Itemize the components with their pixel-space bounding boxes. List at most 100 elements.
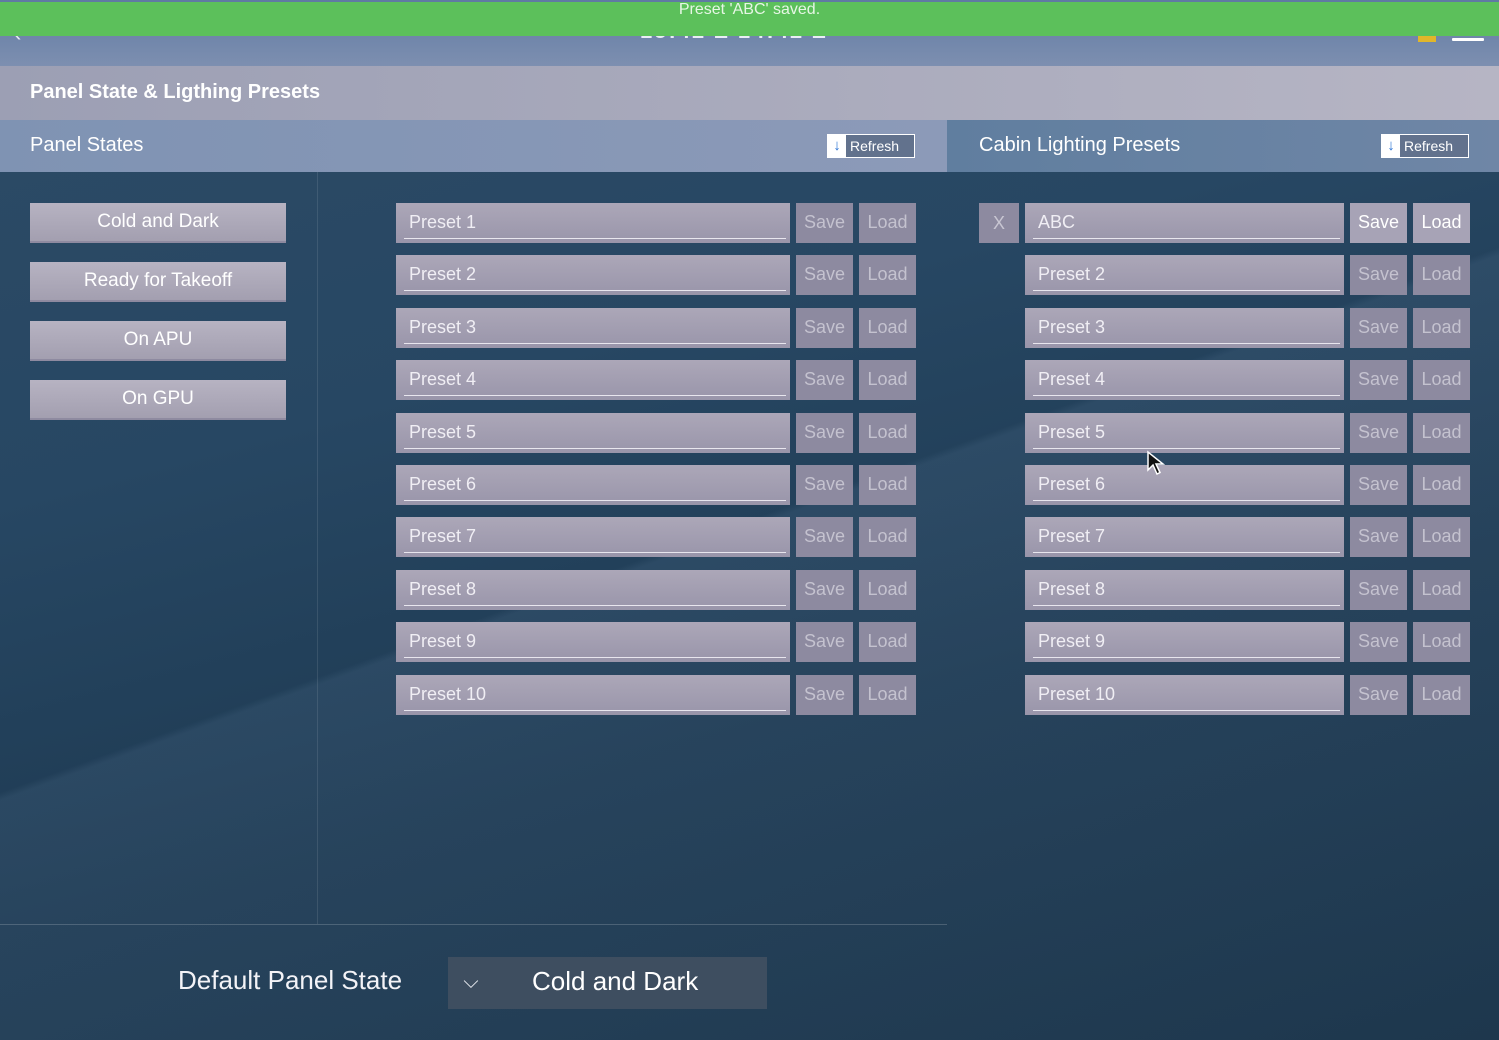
mouse-cursor-icon [1147, 450, 1166, 476]
cabin-lighting-preset-row: Preset 10 Save Load [1025, 675, 1470, 715]
panel-state-save-button[interactable]: Save [796, 517, 853, 557]
cabin-lighting-save-button[interactable]: Save [1350, 517, 1407, 557]
panel-state-save-button[interactable]: Save [796, 308, 853, 348]
panel-state-preset-name-input[interactable]: Preset 8 [396, 570, 790, 610]
panel-state-preset-name-input[interactable]: Preset 7 [396, 517, 790, 557]
cabin-lighting-load-button[interactable]: Load [1413, 255, 1470, 295]
divider [0, 924, 947, 925]
panel-state-preset-row: Preset 8 Save Load [396, 570, 916, 610]
cabin-lighting-load-button[interactable]: Load [1413, 570, 1470, 610]
refresh-label: Refresh [1404, 138, 1454, 154]
panel-state-preset-name-input[interactable]: Preset 9 [396, 622, 790, 662]
cabin-lighting-save-button[interactable]: Save [1350, 413, 1407, 453]
cabin-lighting-save-button[interactable]: Save [1350, 308, 1407, 348]
panel-state-load-button[interactable]: Load [859, 255, 916, 295]
panel-state-preset-name-input[interactable]: Preset 6 [396, 465, 790, 505]
panel-state-save-button[interactable]: Save [796, 675, 853, 715]
panel-states-title: Panel States [30, 134, 144, 156]
cabin-lighting-preset-row: Preset 5 Save Load [1025, 413, 1470, 453]
default-panel-state-select[interactable]: ⌵ Cold and Dark [448, 957, 767, 1009]
cabin-lighting-preset-name-input[interactable]: Preset 7 [1025, 517, 1344, 557]
default-panel-state-label: Default Panel State [178, 965, 403, 995]
cabin-lighting-preset-row: Preset 8 Save Load [1025, 570, 1470, 610]
cabin-lighting-load-button[interactable]: Load [1413, 203, 1470, 243]
panel-state-preset-row: Preset 7 Save Load [396, 517, 916, 557]
cabin-lighting-load-button[interactable]: Load [1413, 360, 1470, 400]
panel-state-save-button[interactable]: Save [796, 360, 853, 400]
panel-state-preset-name-input[interactable]: Preset 5 [396, 413, 790, 453]
panel-state-load-button[interactable]: Load [859, 465, 916, 505]
state-on-gpu-button[interactable]: On GPU [30, 380, 286, 420]
cabin-lighting-preset-row: Preset 9 Save Load [1025, 622, 1470, 662]
cabin-lighting-save-button[interactable]: Save [1350, 465, 1407, 505]
panel-state-load-button[interactable]: Load [859, 360, 916, 400]
cabin-lighting-refresh-button[interactable]: ↓ Refresh [1381, 134, 1469, 158]
cabin-lighting-preset-row: Preset 7 Save Load [1025, 517, 1470, 557]
cabin-lighting-load-button[interactable]: Load [1413, 413, 1470, 453]
cabin-lighting-save-button[interactable]: Save [1350, 622, 1407, 662]
panel-state-preset-row: Preset 2 Save Load [396, 255, 916, 295]
cabin-lighting-load-button[interactable]: Load [1413, 308, 1470, 348]
cabin-lighting-preset-name-input[interactable]: ABC [1025, 203, 1344, 243]
panel-state-load-button[interactable]: Load [859, 570, 916, 610]
cabin-lighting-load-button[interactable]: Load [1413, 675, 1470, 715]
cabin-lighting-save-button[interactable]: Save [1350, 203, 1407, 243]
state-on-apu-button[interactable]: On APU [30, 321, 286, 361]
panel-states-refresh-button[interactable]: ↓ Refresh [827, 134, 915, 158]
cabin-lighting-save-button[interactable]: Save [1350, 675, 1407, 715]
panel-state-preset-name-input[interactable]: Preset 1 [396, 203, 790, 243]
cabin-lighting-load-button[interactable]: Load [1413, 465, 1470, 505]
panel-state-save-button[interactable]: Save [796, 413, 853, 453]
download-arrow-icon: ↓ [828, 135, 846, 157]
cabin-lighting-load-button[interactable]: Load [1413, 622, 1470, 662]
panel-state-preset-name-input[interactable]: Preset 2 [396, 255, 790, 295]
chevron-down-icon: ⌵ [463, 971, 479, 993]
panel-state-load-button[interactable]: Load [859, 203, 916, 243]
page-title: Panel State & Ligthing Presets [30, 81, 321, 103]
section-header: Panel State & Ligthing Presets [0, 66, 1499, 120]
cabin-lighting-preset-row: Preset 3 Save Load [1025, 308, 1470, 348]
panel-state-preset-row: Preset 5 Save Load [396, 413, 916, 453]
cabin-lighting-preset-row: Preset 6 Save Load [1025, 465, 1470, 505]
cabin-lighting-load-button[interactable]: Load [1413, 517, 1470, 557]
panel-state-save-button[interactable]: Save [796, 255, 853, 295]
panel-state-load-button[interactable]: Load [859, 413, 916, 453]
panel-state-preset-row: Preset 4 Save Load [396, 360, 916, 400]
cabin-lighting-save-button[interactable]: Save [1350, 570, 1407, 610]
cabin-lighting-header: Cabin Lighting Presets ↓ Refresh [947, 120, 1499, 172]
panel-state-preset-name-input[interactable]: Preset 10 [396, 675, 790, 715]
panel-state-load-button[interactable]: Load [859, 517, 916, 557]
panel-state-preset-row: Preset 6 Save Load [396, 465, 916, 505]
cabin-lighting-preset-name-input[interactable]: Preset 9 [1025, 622, 1344, 662]
panel-state-preset-name-input[interactable]: Preset 4 [396, 360, 790, 400]
panel-state-save-button[interactable]: Save [796, 465, 853, 505]
cabin-lighting-preset-row: Preset 2 Save Load [1025, 255, 1470, 295]
cabin-lighting-save-button[interactable]: Save [1350, 255, 1407, 295]
state-cold-and-dark-button[interactable]: Cold and Dark [30, 203, 286, 243]
cabin-lighting-save-button[interactable]: Save [1350, 360, 1407, 400]
panel-state-load-button[interactable]: Load [859, 622, 916, 662]
cabin-lighting-preset-name-input[interactable]: Preset 8 [1025, 570, 1344, 610]
panel-state-preset-row: Preset 10 Save Load [396, 675, 916, 715]
cabin-lighting-preset-name-input[interactable]: Preset 3 [1025, 308, 1344, 348]
cabin-lighting-title: Cabin Lighting Presets [979, 134, 1181, 156]
panel-state-save-button[interactable]: Save [796, 203, 853, 243]
cabin-lighting-preset-name-input[interactable]: Preset 4 [1025, 360, 1344, 400]
panel-state-load-button[interactable]: Load [859, 675, 916, 715]
panel-states-header: Panel States ↓ Refresh [0, 120, 947, 172]
cabin-lighting-preset-name-input[interactable]: Preset 2 [1025, 255, 1344, 295]
panel-state-preset-name-input[interactable]: Preset 3 [396, 308, 790, 348]
panel-state-save-button[interactable]: Save [796, 622, 853, 662]
panel-state-preset-row: Preset 1 Save Load [396, 203, 916, 243]
cabin-lighting-preset-row: ABC Save Load [1025, 203, 1470, 243]
clear-preset-button[interactable]: X [979, 203, 1019, 243]
state-ready-for-takeoff-button[interactable]: Ready for Takeoff [30, 262, 286, 302]
panel-state-load-button[interactable]: Load [859, 308, 916, 348]
cabin-lighting-preset-name-input[interactable]: Preset 6 [1025, 465, 1344, 505]
cabin-lighting-preset-name-input[interactable]: Preset 5 [1025, 413, 1344, 453]
cabin-lighting-preset-name-input[interactable]: Preset 10 [1025, 675, 1344, 715]
panel-state-preset-row: Preset 3 Save Load [396, 308, 916, 348]
panel-state-save-button[interactable]: Save [796, 570, 853, 610]
toast-notification: Preset 'ABC' saved. [0, 2, 1499, 36]
panel-state-preset-row: Preset 9 Save Load [396, 622, 916, 662]
